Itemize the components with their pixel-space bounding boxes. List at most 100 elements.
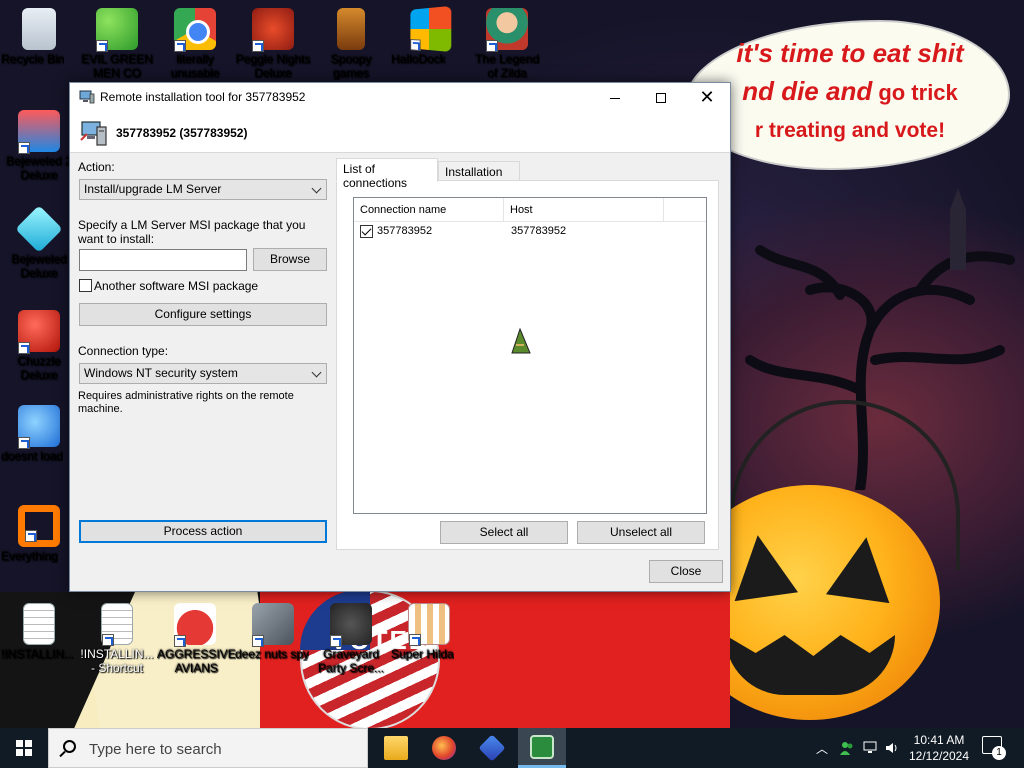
remote-installation-dialog: Remote installation tool for 357783952 ✕… <box>69 82 731 592</box>
dialog-title: Remote installation tool for 357783952 <box>100 90 306 104</box>
row-connection-name: 357783952 <box>377 225 433 237</box>
taskbar-firefox[interactable] <box>420 728 468 768</box>
taskbar-file-explorer[interactable] <box>372 728 420 768</box>
speech-bubble-text: it's time to eat shit nd die and go tric… <box>736 38 964 142</box>
shortcut-arrow-icon <box>330 635 342 647</box>
desktop-icon-installing-shortcut[interactable]: !INSTALLIN... - Shortcut <box>79 603 155 675</box>
desktop-icon-bejeweled[interactable]: Bejeweled Deluxe <box>1 205 77 280</box>
connection-type-value: Windows NT security system <box>84 366 238 380</box>
start-button[interactable] <box>0 728 48 768</box>
shortcut-arrow-icon <box>174 635 186 647</box>
maximize-button[interactable] <box>638 83 684 113</box>
computer-network-icon <box>80 121 107 146</box>
desktop-icon-chuzzle[interactable]: Chuzzle Deluxe <box>1 310 77 382</box>
shortcut-arrow-icon <box>252 40 264 52</box>
taskbar-clock[interactable]: 10:41 AM 12/12/2024 <box>900 732 978 764</box>
msi-path-input[interactable] <box>79 249 247 271</box>
show-hidden-icons-button[interactable]: ︿ <box>812 728 832 768</box>
busy-cursor-icon <box>511 327 531 354</box>
taskbar-search-box[interactable]: Type here to search <box>48 728 368 768</box>
list-header: Connection name Host <box>354 198 706 222</box>
volume-button[interactable] <box>882 728 902 768</box>
shortcut-arrow-icon <box>18 342 30 354</box>
tab-list-of-connections-label: List of connections <box>343 162 408 190</box>
desktop-icon-deez-nuts-spy[interactable]: deez nuts spy <box>235 603 311 661</box>
chevron-down-icon <box>311 183 322 194</box>
dialog-titlebar[interactable]: Remote installation tool for 357783952 ✕ <box>70 83 730 113</box>
chuzzle-icon <box>18 310 60 354</box>
text-document-icon <box>23 603 55 645</box>
desktop-icon-everything[interactable]: Everything <box>1 505 77 563</box>
column-header-host[interactable]: Host <box>504 198 664 222</box>
shortcut-arrow-icon <box>18 437 30 449</box>
taskbar-lm-server[interactable] <box>518 728 566 768</box>
file-explorer-icon <box>384 736 408 760</box>
bejeweled-2-icon <box>18 110 60 154</box>
desktop-icon-peggle[interactable]: Peggle Nights Deluxe <box>235 8 311 80</box>
minimize-icon <box>610 97 620 99</box>
recycle-bin-icon <box>22 8 56 50</box>
thunderbird-icon <box>18 405 60 449</box>
desktop-icon-installing-doc[interactable]: !INSTALLIN... <box>1 603 77 661</box>
select-all-button[interactable]: Select all <box>440 521 568 544</box>
browse-button[interactable]: Browse <box>253 248 327 271</box>
volume-icon <box>886 743 897 753</box>
desktop-icon-legend-of-zilda[interactable]: The Legend of Zilda <box>469 8 545 80</box>
edge-icon <box>478 734 506 762</box>
desktop-icon-hallodock[interactable]: HalloDock <box>391 5 467 66</box>
bejeweled-icon <box>15 205 63 253</box>
row-checkbox[interactable] <box>360 225 373 238</box>
close-icon: ✕ <box>699 87 715 108</box>
close-window-button[interactable]: ✕ <box>684 83 730 113</box>
another-msi-label[interactable]: Another software MSI package <box>94 279 258 293</box>
everything-search-icon <box>18 505 60 547</box>
graveyard-icon <box>330 603 372 647</box>
desktop-icon-aggressive-avians[interactable]: AGGRESSIVE AVIANS <box>157 603 236 675</box>
angry-bird-icon <box>174 603 216 647</box>
taskbar: Type here to search ︿ 10:41 AM 12/12/202… <box>0 728 1024 768</box>
column-header-connection-name[interactable]: Connection name <box>354 198 504 222</box>
configure-settings-button[interactable]: Configure settings <box>79 303 327 326</box>
minimize-button[interactable] <box>592 83 638 113</box>
connection-type-dropdown[interactable]: Windows NT security system <box>79 363 327 384</box>
clock-time: 10:41 AM <box>913 733 965 747</box>
desktop-icon-doesnt-load[interactable]: doesnt load <box>1 405 77 463</box>
shortcut-arrow-icon <box>252 635 264 647</box>
close-button[interactable]: Close <box>649 560 723 583</box>
dialog-header: 357783952 (357783952) <box>70 113 730 153</box>
stacked-windows-icon <box>252 603 294 647</box>
desktop-icon-graveyard-party[interactable]: Graveyard Party Scre... <box>313 603 389 675</box>
unselect-all-button[interactable]: Unselect all <box>577 521 705 544</box>
table-row[interactable]: 357783952 357783952 <box>354 223 706 241</box>
another-msi-checkbox[interactable] <box>79 279 92 292</box>
desktop-icon-spoopy-games[interactable]: Spoopy games <box>313 8 389 80</box>
clock-date: 12/12/2024 <box>908 749 970 763</box>
windows-start-icon <box>16 740 32 756</box>
tray-people-icon[interactable] <box>836 728 858 768</box>
desktop-icon-chrome[interactable]: literally unusable <box>157 8 233 80</box>
desktop-icon-bejeweled-2[interactable]: Bejeweled 2 Deluxe <box>1 110 77 182</box>
spoopy-folder-icon <box>337 8 365 50</box>
tab-list-of-connections[interactable]: List of connections <box>336 158 438 190</box>
desktop-icon-evil-green-men[interactable]: EVIL GREEN MEN CO <box>79 8 155 80</box>
network-button[interactable] <box>860 728 882 768</box>
pixel-dog-icon <box>408 603 450 646</box>
desktop-icon-super-hilda[interactable]: Super Hilda <box>391 603 467 661</box>
computer-app-icon <box>79 90 95 104</box>
connections-tab-panel: Connection name Host 357783952 357783952… <box>336 180 719 550</box>
text-document-shortcut-icon <box>101 603 133 646</box>
network-icon <box>863 741 877 753</box>
firefox-icon <box>432 736 456 760</box>
action-label: Action: <box>78 160 115 174</box>
taskbar-edge[interactable] <box>468 728 516 768</box>
chrome-icon <box>174 8 216 52</box>
desktop-icon-recycle-bin[interactable]: Recycle Bin <box>1 8 77 66</box>
process-action-button[interactable]: Process action <box>79 520 327 543</box>
msi-package-label: Specify a LM Server MSI package that you… <box>78 218 306 246</box>
shortcut-arrow-icon <box>18 142 30 154</box>
maximize-icon <box>656 93 666 103</box>
action-dropdown[interactable]: Install/upgrade LM Server <box>79 179 327 200</box>
connection-type-label: Connection type: <box>78 344 169 358</box>
zilda-icon <box>486 8 528 52</box>
search-icon <box>63 740 76 753</box>
